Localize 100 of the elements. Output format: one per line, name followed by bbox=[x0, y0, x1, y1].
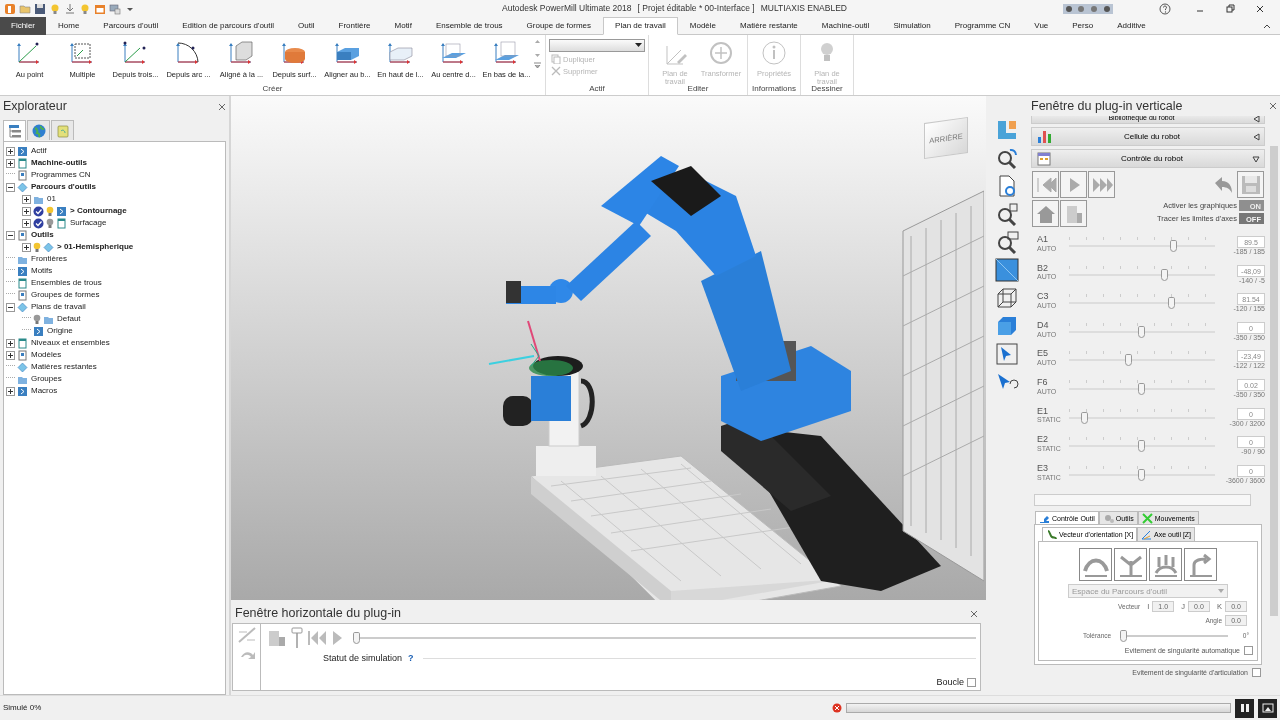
marker-pin-icon[interactable] bbox=[291, 627, 303, 649]
section-header[interactable]: Cellule du robot bbox=[1031, 127, 1265, 146]
section-header[interactable]: Contrôle du robot bbox=[1031, 149, 1265, 168]
expand-icon[interactable] bbox=[22, 242, 31, 252]
bulb-icon[interactable] bbox=[33, 241, 41, 253]
tree-item[interactable]: Groupes bbox=[30, 374, 63, 384]
ribbon-tab[interactable]: Plan de travail bbox=[603, 17, 678, 35]
bulb-icon[interactable] bbox=[49, 2, 61, 15]
ribbon-tab[interactable]: Perso bbox=[1060, 17, 1106, 35]
help-icon[interactable] bbox=[1159, 2, 1171, 15]
direction-button[interactable] bbox=[1079, 548, 1112, 582]
slider-thumb[interactable] bbox=[1137, 440, 1145, 453]
close-icon[interactable] bbox=[1255, 3, 1265, 14]
expand-icon[interactable] bbox=[6, 386, 15, 396]
close-icon[interactable] bbox=[970, 609, 978, 618]
slider-thumb[interactable] bbox=[1125, 354, 1133, 367]
expand-icon[interactable] bbox=[6, 350, 15, 360]
tree-item[interactable]: 01 bbox=[46, 194, 57, 204]
slider-thumb[interactable] bbox=[353, 632, 360, 644]
tree-item[interactable]: Programmes CN bbox=[30, 170, 92, 180]
expand-icon[interactable] bbox=[22, 206, 31, 216]
direction-button[interactable] bbox=[1114, 548, 1147, 582]
tree-item[interactable]: Matières restantes bbox=[30, 362, 98, 372]
last-button[interactable] bbox=[1088, 171, 1115, 198]
save-button[interactable] bbox=[1237, 171, 1264, 198]
slider-thumb[interactable] bbox=[1160, 268, 1168, 281]
check-circle-icon[interactable] bbox=[33, 205, 44, 217]
tree-item[interactable]: Groupes de formes bbox=[30, 290, 101, 300]
slider-thumb[interactable] bbox=[1167, 297, 1175, 310]
ribbon-tab[interactable]: Motif bbox=[382, 17, 424, 35]
expand-icon[interactable] bbox=[22, 218, 31, 228]
checkbox[interactable] bbox=[1244, 646, 1253, 656]
workplane-dropdown[interactable] bbox=[549, 39, 645, 52]
direction-button[interactable] bbox=[1149, 548, 1182, 582]
shaded-cube-icon[interactable] bbox=[995, 258, 1019, 282]
checkbox[interactable] bbox=[1252, 668, 1261, 678]
tree-item[interactable]: Frontières bbox=[30, 254, 68, 264]
screen-button[interactable] bbox=[1258, 698, 1277, 718]
ribbon-tab[interactable]: Edition de parcours d'outil bbox=[170, 17, 287, 35]
ribbon-tab[interactable]: Modèle bbox=[677, 17, 728, 35]
tree-item[interactable]: Plans de travail bbox=[30, 302, 87, 312]
first-button[interactable] bbox=[1032, 171, 1059, 198]
monitor-icon[interactable] bbox=[109, 2, 121, 15]
explorer-tab[interactable] bbox=[3, 120, 26, 141]
bulb-icon[interactable] bbox=[46, 205, 54, 217]
loop-checkbox[interactable] bbox=[967, 678, 976, 688]
solid-cube-icon[interactable] bbox=[995, 314, 1019, 338]
slider-thumb[interactable] bbox=[1137, 468, 1145, 481]
ribbon-tab[interactable]: Programme CN bbox=[942, 17, 1023, 35]
pause-button[interactable] bbox=[1235, 698, 1254, 718]
rewind-icon[interactable] bbox=[307, 629, 327, 647]
slider-thumb[interactable] bbox=[1137, 325, 1145, 338]
expand-icon[interactable] bbox=[6, 158, 15, 168]
ribbon-tab[interactable]: Ensemble de trous bbox=[423, 17, 515, 35]
ribbon-tab[interactable]: Vue bbox=[1022, 17, 1061, 35]
ribbon-tab[interactable]: Matière restante bbox=[728, 17, 810, 35]
ribbon-tab[interactable]: Additive bbox=[1105, 17, 1158, 35]
file-tab[interactable]: Fichier bbox=[0, 17, 46, 35]
tree-item[interactable]: Parcours d'outils bbox=[30, 182, 98, 192]
tree-item[interactable]: > 01-Hemispherique bbox=[56, 242, 135, 252]
tree-item[interactable]: Modèles bbox=[30, 350, 63, 360]
machine-icon[interactable] bbox=[267, 628, 287, 648]
ribbon-tab[interactable]: Parcours d'outil bbox=[91, 17, 171, 35]
expand-icon[interactable] bbox=[6, 146, 15, 156]
explorer-tab[interactable] bbox=[27, 120, 50, 140]
machine-button[interactable] bbox=[1060, 200, 1087, 227]
stop-icon[interactable] bbox=[832, 703, 842, 713]
restore-icon[interactable] bbox=[1225, 3, 1235, 14]
tree-item[interactable]: Outils bbox=[30, 230, 55, 240]
expand-icon[interactable] bbox=[22, 194, 31, 204]
home-button[interactable] bbox=[1032, 200, 1059, 227]
tree-item[interactable]: Actif bbox=[30, 146, 48, 156]
tree-item[interactable]: > Contournage bbox=[69, 206, 128, 216]
tree-item[interactable]: Motifs bbox=[30, 266, 54, 276]
ribbon-tab[interactable]: Home bbox=[46, 17, 92, 35]
ribbon-tab[interactable]: Groupe de formes bbox=[514, 17, 604, 35]
ribbon-tab[interactable]: Outil bbox=[286, 17, 327, 35]
collapse-icon[interactable] bbox=[6, 302, 15, 312]
download-icon[interactable] bbox=[64, 2, 76, 15]
slider-thumb[interactable] bbox=[1120, 630, 1128, 643]
tree-item[interactable]: Origine bbox=[46, 326, 74, 336]
close-icon[interactable] bbox=[218, 102, 226, 111]
zoom-fit-icon[interactable] bbox=[995, 202, 1019, 226]
zoom-rotate-icon[interactable] bbox=[995, 146, 1019, 170]
calendar-icon[interactable] bbox=[94, 2, 106, 15]
view-toolbar-icon[interactable] bbox=[1063, 3, 1113, 14]
slider-thumb[interactable] bbox=[1137, 382, 1145, 395]
save-icon[interactable] bbox=[34, 2, 46, 15]
play-icon[interactable] bbox=[331, 629, 343, 647]
close-icon[interactable] bbox=[1269, 102, 1277, 110]
ribbon-tab[interactable]: Machine-outil bbox=[809, 17, 882, 35]
ribbon-tab[interactable]: Simulation bbox=[881, 17, 943, 35]
expand-icon[interactable] bbox=[6, 338, 15, 348]
slider-thumb[interactable] bbox=[1081, 411, 1089, 424]
tree-item[interactable]: Machine-outils bbox=[30, 158, 88, 168]
bulb-icon[interactable] bbox=[46, 217, 54, 229]
tree-item[interactable]: Macros bbox=[30, 386, 59, 396]
tree-item[interactable]: Defaut bbox=[56, 314, 82, 324]
wireframe-cube-icon[interactable] bbox=[995, 286, 1019, 310]
check-circle-icon[interactable] bbox=[33, 217, 44, 229]
